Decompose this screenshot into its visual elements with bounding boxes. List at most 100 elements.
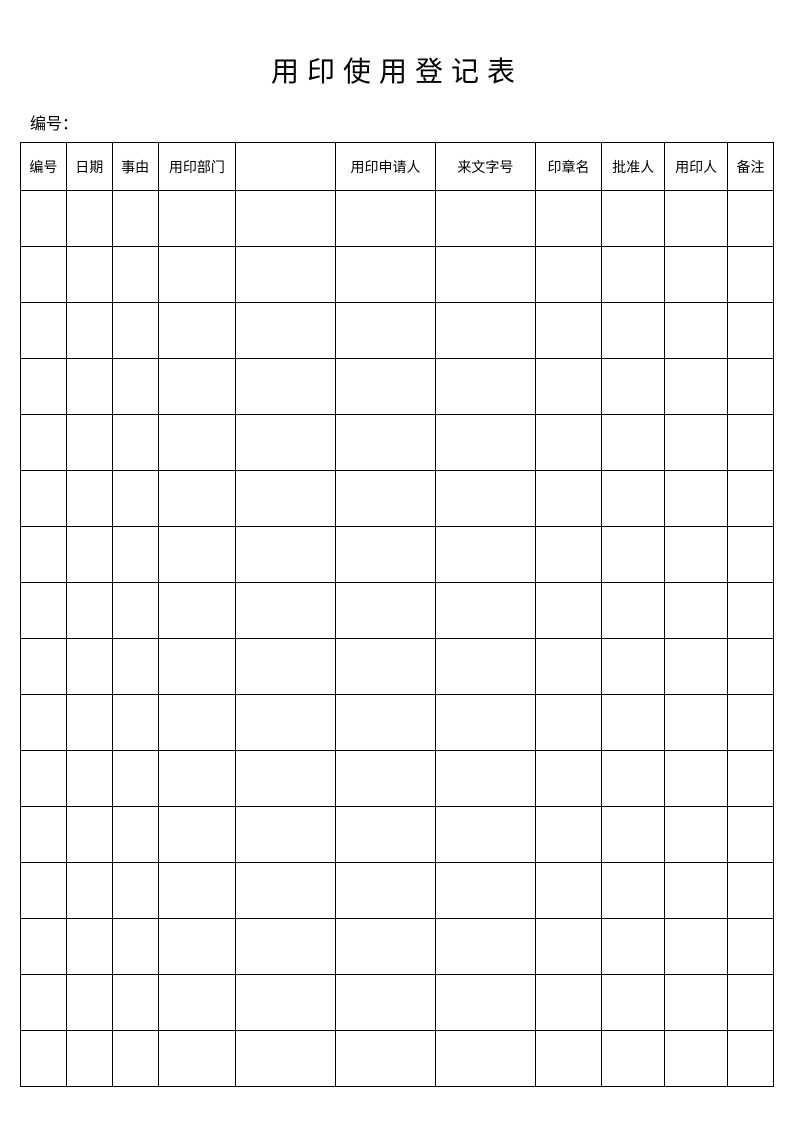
table-cell	[236, 863, 336, 919]
table-cell	[112, 1031, 158, 1087]
table-cell	[236, 191, 336, 247]
table-cell	[602, 415, 665, 471]
table-cell	[435, 863, 535, 919]
header-applicant: 用印申请人	[336, 143, 436, 191]
table-cell	[158, 527, 236, 583]
table-cell	[602, 191, 665, 247]
table-cell	[66, 247, 112, 303]
table-cell	[602, 919, 665, 975]
table-cell	[66, 919, 112, 975]
table-cell	[535, 639, 602, 695]
table-cell	[728, 1031, 774, 1087]
table-cell	[535, 1031, 602, 1087]
header-docnum: 来文字号	[435, 143, 535, 191]
table-cell	[66, 863, 112, 919]
table-cell	[435, 415, 535, 471]
table-cell	[435, 695, 535, 751]
table-cell	[728, 975, 774, 1031]
table-cell	[728, 415, 774, 471]
table-cell	[66, 807, 112, 863]
table-cell	[602, 303, 665, 359]
table-cell	[112, 415, 158, 471]
table-row	[21, 975, 774, 1031]
table-cell	[435, 359, 535, 415]
table-row	[21, 807, 774, 863]
table-cell	[665, 863, 728, 919]
table-cell	[112, 863, 158, 919]
table-cell	[535, 527, 602, 583]
page-title: 用印使用登记表	[20, 50, 774, 90]
table-cell	[665, 247, 728, 303]
table-cell	[665, 807, 728, 863]
table-cell	[602, 751, 665, 807]
table-row	[21, 863, 774, 919]
table-cell	[158, 359, 236, 415]
table-cell	[535, 247, 602, 303]
table-cell	[602, 1031, 665, 1087]
table-row	[21, 639, 774, 695]
table-cell	[535, 415, 602, 471]
table-cell	[336, 975, 436, 1031]
table-cell	[336, 415, 436, 471]
table-cell	[728, 247, 774, 303]
table-cell	[21, 471, 67, 527]
table-cell	[21, 303, 67, 359]
table-cell	[728, 191, 774, 247]
table-cell	[665, 919, 728, 975]
table-row	[21, 359, 774, 415]
table-cell	[665, 751, 728, 807]
table-cell	[602, 695, 665, 751]
table-cell	[66, 1031, 112, 1087]
table-cell	[665, 415, 728, 471]
table-cell	[21, 639, 67, 695]
table-cell	[21, 359, 67, 415]
table-cell	[336, 527, 436, 583]
table-cell	[535, 919, 602, 975]
table-cell	[336, 919, 436, 975]
table-cell	[66, 415, 112, 471]
table-cell	[158, 471, 236, 527]
header-approver: 批准人	[602, 143, 665, 191]
table-cell	[665, 527, 728, 583]
table-cell	[665, 471, 728, 527]
table-cell	[236, 975, 336, 1031]
table-cell	[728, 359, 774, 415]
table-header-row: 编号 日期 事由 用印部门 用印申请人 来文字号 印章名 批准人 用印人 备注	[21, 143, 774, 191]
table-cell	[236, 751, 336, 807]
table-cell	[236, 695, 336, 751]
table-cell	[21, 919, 67, 975]
table-cell	[602, 247, 665, 303]
table-cell	[158, 863, 236, 919]
table-cell	[158, 919, 236, 975]
table-cell	[158, 247, 236, 303]
table-cell	[535, 807, 602, 863]
table-cell	[665, 303, 728, 359]
table-cell	[435, 303, 535, 359]
table-cell	[236, 303, 336, 359]
table-cell	[21, 415, 67, 471]
table-cell	[728, 639, 774, 695]
table-cell	[665, 359, 728, 415]
table-cell	[21, 863, 67, 919]
table-cell	[66, 583, 112, 639]
table-cell	[535, 191, 602, 247]
table-cell	[435, 191, 535, 247]
table-cell	[66, 191, 112, 247]
table-cell	[728, 527, 774, 583]
table-cell	[602, 975, 665, 1031]
table-row	[21, 919, 774, 975]
table-cell	[112, 247, 158, 303]
table-cell	[602, 471, 665, 527]
table-cell	[435, 919, 535, 975]
table-cell	[21, 695, 67, 751]
table-cell	[602, 583, 665, 639]
table-cell	[336, 863, 436, 919]
table-cell	[236, 639, 336, 695]
table-row	[21, 415, 774, 471]
table-cell	[236, 527, 336, 583]
table-cell	[112, 975, 158, 1031]
table-cell	[535, 471, 602, 527]
table-cell	[112, 583, 158, 639]
table-cell	[728, 919, 774, 975]
table-cell	[435, 751, 535, 807]
